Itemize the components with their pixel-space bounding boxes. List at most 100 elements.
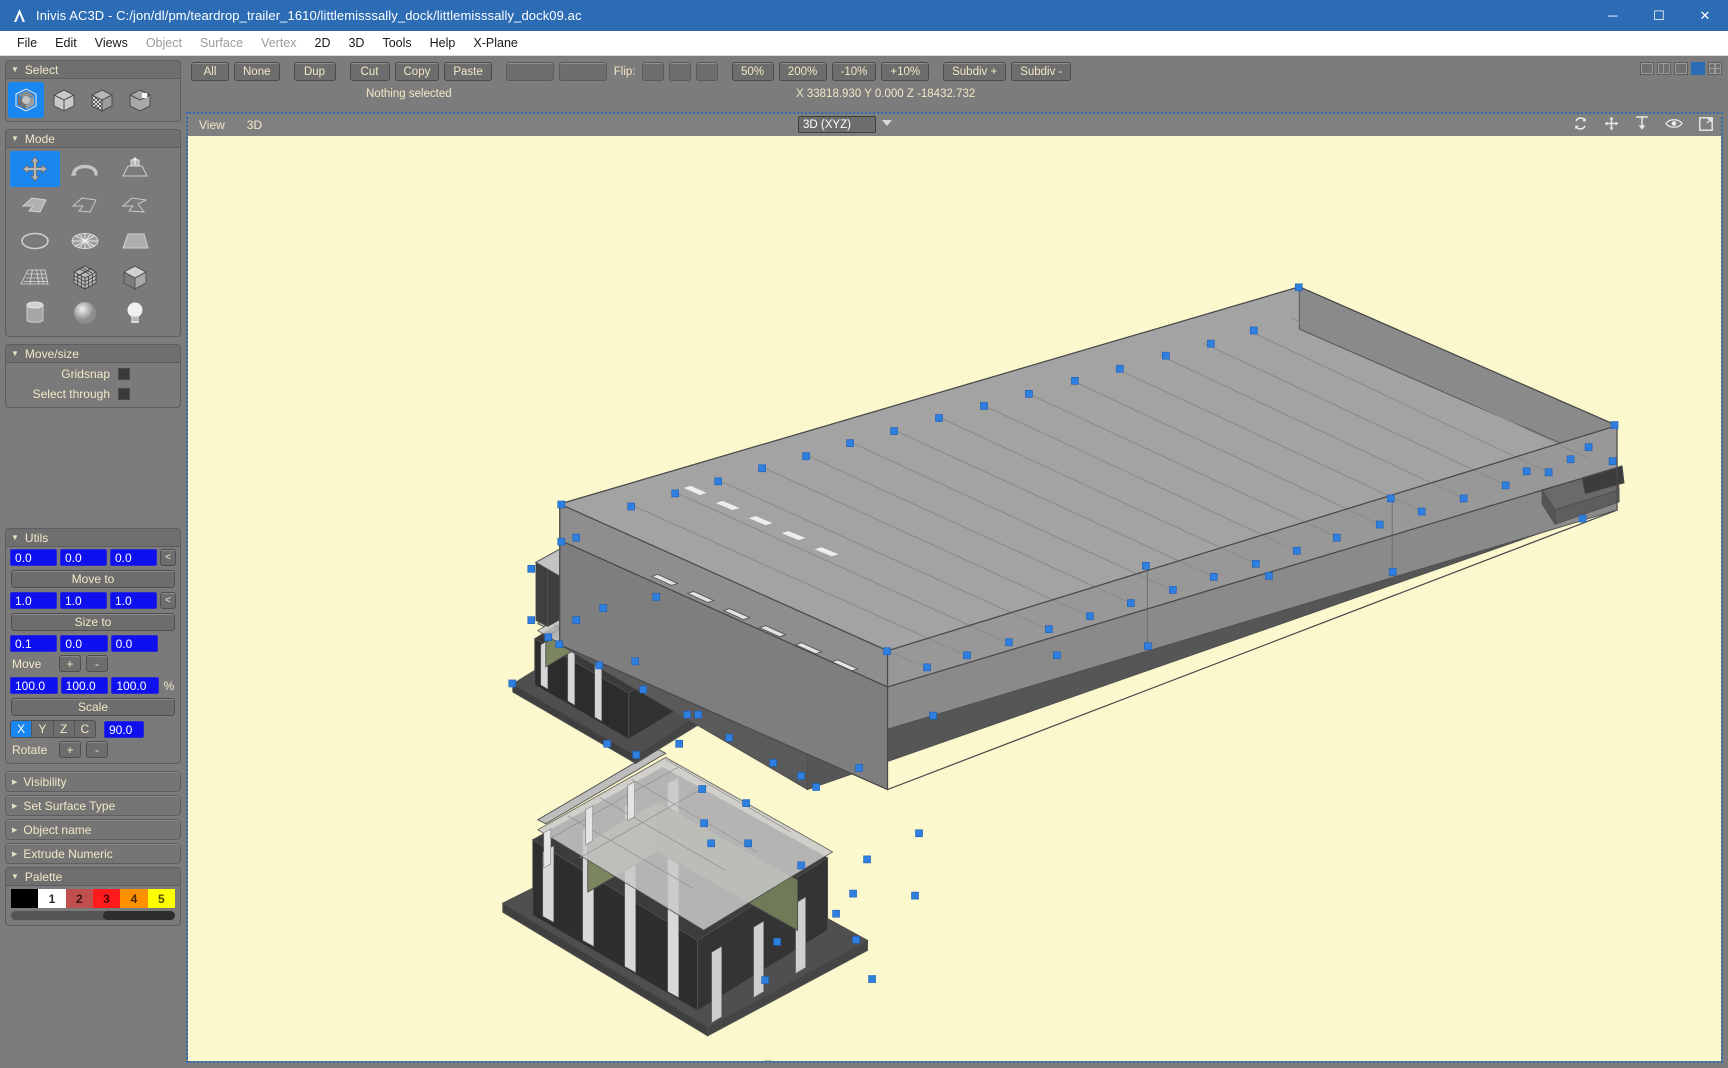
- zoom-200-button[interactable]: 200%: [778, 62, 827, 81]
- rotate-tool-icon[interactable]: [60, 151, 110, 187]
- palette-scrollbar[interactable]: [11, 911, 175, 920]
- palette-swatch-3[interactable]: 3: [92, 889, 121, 908]
- utils-panel-header[interactable]: ▼ Utils: [6, 529, 180, 547]
- subdiv-plus-button[interactable]: Subdiv +: [943, 62, 1007, 81]
- select-panel-header[interactable]: ▼ Select: [6, 61, 180, 79]
- scale-button[interactable]: Scale: [11, 698, 175, 716]
- menu-item-surface[interactable]: Surface: [191, 31, 252, 56]
- flip-z-button[interactable]: [695, 62, 718, 81]
- projection-dropdown[interactable]: 3D (XYZ): [798, 116, 876, 133]
- rotate-plus-button[interactable]: +: [59, 741, 81, 758]
- move-to-pick-button[interactable]: <: [160, 549, 176, 566]
- viewport-menu-view[interactable]: View: [188, 118, 236, 132]
- move-by-z-input[interactable]: 0.0: [110, 635, 158, 652]
- rotate-axis-y[interactable]: Y: [32, 721, 54, 737]
- subdivided-cube-icon[interactable]: [60, 259, 110, 295]
- layout-3d-only-icon[interactable]: [1691, 62, 1705, 75]
- menu-item-2d[interactable]: 2D: [306, 31, 340, 56]
- visibility-panel-header[interactable]: ▶ Visibility: [5, 771, 181, 792]
- menu-item-views[interactable]: Views: [86, 31, 137, 56]
- set-surface-type-panel-header[interactable]: ▶ Set Surface Type: [5, 795, 181, 816]
- object-name-panel-header[interactable]: ▶ Object name: [5, 819, 181, 840]
- zoom-fit-icon[interactable]: [1635, 116, 1649, 131]
- extrude-numeric-panel-header[interactable]: ▶ Extrude Numeric: [5, 843, 181, 864]
- move-to-z-input[interactable]: 0.0: [110, 549, 157, 566]
- rotate-axis-x[interactable]: X: [11, 721, 33, 737]
- eye-visibility-icon[interactable]: [1665, 117, 1683, 130]
- chevron-down-icon[interactable]: [882, 120, 892, 126]
- size-to-z-input[interactable]: 1.0: [110, 592, 157, 609]
- rotate-minus-button[interactable]: -: [86, 741, 108, 758]
- move-to-x-input[interactable]: 0.0: [10, 549, 57, 566]
- select-all-button[interactable]: All: [191, 62, 229, 81]
- move-size-panel-header[interactable]: ▼ Move/size: [6, 345, 180, 363]
- layout-vertical-split-icon[interactable]: [1657, 62, 1671, 75]
- subdiv-minus-button[interactable]: Subdiv -: [1011, 62, 1072, 81]
- duplicate-button[interactable]: Dup: [293, 62, 336, 81]
- layout-quad-icon[interactable]: [1708, 62, 1722, 75]
- palette-swatch-1[interactable]: 1: [38, 889, 66, 908]
- menu-item-file[interactable]: File: [8, 31, 46, 56]
- knife-tool-icon[interactable]: [60, 187, 110, 223]
- 3d-viewport-canvas[interactable]: [188, 136, 1721, 1061]
- palette-panel-header[interactable]: ▼ Palette: [6, 868, 180, 886]
- size-to-pick-button[interactable]: <: [160, 592, 176, 609]
- mode-panel-header[interactable]: ▼ Mode: [6, 130, 180, 148]
- select-object-icon[interactable]: [46, 82, 82, 118]
- scale-x-input[interactable]: 100.0: [10, 677, 58, 694]
- viewport-menu-3d[interactable]: 3D: [236, 118, 273, 132]
- move-plus-button[interactable]: +: [59, 655, 81, 672]
- copy-button[interactable]: Copy: [394, 62, 440, 81]
- layout-horizontal-split-icon[interactable]: [1674, 62, 1688, 75]
- move-by-x-input[interactable]: 0.1: [10, 635, 58, 652]
- pan-view-icon[interactable]: [1604, 116, 1619, 131]
- zoom-minus-10-button[interactable]: -10%: [831, 62, 877, 81]
- move-minus-button[interactable]: -: [86, 655, 108, 672]
- select-none-button[interactable]: None: [234, 62, 280, 81]
- flip-x-button[interactable]: [641, 62, 664, 81]
- select-group-icon[interactable]: [8, 82, 44, 118]
- select-surface-icon[interactable]: [84, 82, 120, 118]
- sphere-primitive-icon[interactable]: [60, 295, 110, 331]
- minimize-button[interactable]: ─: [1590, 0, 1636, 31]
- move-to-button[interactable]: Move to: [11, 570, 175, 588]
- plane-primitive-icon[interactable]: [110, 223, 160, 259]
- layout-single-icon[interactable]: [1640, 62, 1654, 75]
- rotate-axis-c[interactable]: C: [75, 721, 95, 737]
- paste-button[interactable]: Paste: [444, 62, 492, 81]
- size-to-x-input[interactable]: 1.0: [10, 592, 57, 609]
- cylinder-primitive-icon[interactable]: [10, 295, 60, 331]
- bevel-tool-icon[interactable]: [110, 187, 160, 223]
- palette-swatch-4[interactable]: 4: [120, 889, 148, 908]
- menu-item-vertex[interactable]: Vertex: [252, 31, 305, 56]
- gridsnap-checkbox[interactable]: [118, 368, 130, 380]
- maximize-button[interactable]: ☐: [1636, 0, 1682, 31]
- size-to-y-input[interactable]: 1.0: [60, 592, 107, 609]
- menu-item-edit[interactable]: Edit: [46, 31, 86, 56]
- menu-item-3d[interactable]: 3D: [339, 31, 373, 56]
- palette-swatch-0[interactable]: [11, 889, 39, 908]
- rotate-axis-z[interactable]: Z: [54, 721, 75, 737]
- move-tool-icon[interactable]: [10, 151, 60, 187]
- zoom-plus-10-button[interactable]: +10%: [881, 62, 930, 81]
- light-primitive-icon[interactable]: [110, 295, 160, 331]
- select-through-checkbox[interactable]: [118, 388, 130, 400]
- flip-y-button[interactable]: [668, 62, 691, 81]
- menu-item-object[interactable]: Object: [137, 31, 191, 56]
- scale-z-input[interactable]: 100.0: [111, 677, 160, 694]
- palette-swatch-5[interactable]: 5: [147, 889, 175, 908]
- menu-item-xplane[interactable]: X-Plane: [464, 31, 526, 56]
- maximize-view-icon[interactable]: [1699, 116, 1713, 131]
- disc-primitive-icon[interactable]: [60, 223, 110, 259]
- menu-item-help[interactable]: Help: [421, 31, 465, 56]
- palette-scrollbar-thumb[interactable]: [102, 911, 175, 920]
- size-to-button[interactable]: Size to: [11, 613, 175, 631]
- cut-button[interactable]: Cut: [349, 62, 390, 81]
- rotate-angle-input[interactable]: 90.0: [104, 720, 144, 738]
- refresh-view-icon[interactable]: [1573, 116, 1588, 131]
- palette-swatch-2[interactable]: 2: [65, 889, 93, 908]
- circle-primitive-icon[interactable]: [10, 223, 60, 259]
- surface-tool-icon[interactable]: [10, 187, 60, 223]
- grid-primitive-icon[interactable]: [10, 259, 60, 295]
- move-by-y-input[interactable]: 0.0: [60, 635, 108, 652]
